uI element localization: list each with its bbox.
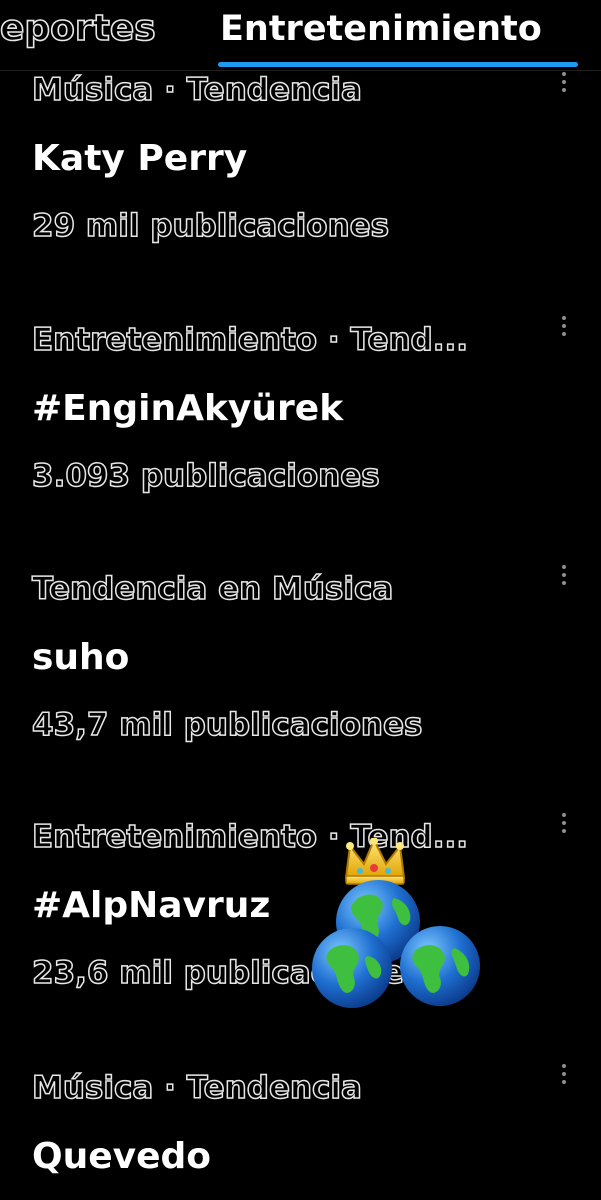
- more-options-icon[interactable]: [556, 563, 572, 591]
- trend-context: Música · Tendencia: [31, 1069, 362, 1107]
- tab-deportes[interactable]: eportes: [0, 6, 157, 52]
- trend-context: Tendencia en Música: [31, 570, 394, 608]
- more-options-icon[interactable]: [556, 1062, 572, 1090]
- trend-name: Katy Perry: [32, 138, 248, 179]
- trend-post-count: 43,7 mil publicaciones: [31, 706, 423, 744]
- more-options-icon[interactable]: [556, 314, 572, 342]
- trend-name: #AlpNavruz: [32, 885, 271, 926]
- trend-name: suho: [32, 637, 130, 678]
- more-options-icon[interactable]: [556, 811, 572, 839]
- trend-name: Quevedo: [32, 1136, 212, 1177]
- trend-post-count: 29 mil publicaciones: [31, 207, 390, 245]
- trend-item[interactable]: Entretenimiento · Tend... #AlpNavruz 23,…: [0, 813, 601, 1057]
- more-options-icon[interactable]: [556, 70, 572, 98]
- trend-item[interactable]: Música · Tendencia Quevedo: [0, 1064, 601, 1200]
- trend-item[interactable]: Tendencia en Música suho 43,7 mil public…: [0, 565, 601, 809]
- tab-bar: eportes Entretenimiento: [0, 0, 601, 71]
- tab-entretenimiento[interactable]: Entretenimiento: [220, 6, 542, 52]
- trend-post-count: 3.093 publicaciones: [31, 457, 380, 495]
- trend-context: Entretenimiento · Tend...: [31, 321, 469, 359]
- globe-icon: [400, 926, 480, 1006]
- crowned-globes-sticker-icon: [312, 838, 480, 1008]
- trend-name: #EnginAkyürek: [32, 388, 344, 429]
- trend-item[interactable]: Música · Tendencia Katy Perry 29 mil pub…: [0, 70, 601, 310]
- selected-tab-indicator: [218, 62, 578, 67]
- globe-icon: [312, 928, 392, 1008]
- crown-icon: [344, 838, 406, 885]
- trend-item[interactable]: Entretenimiento · Tend... #EnginAkyürek …: [0, 316, 601, 560]
- trend-context: Música · Tendencia: [31, 71, 362, 109]
